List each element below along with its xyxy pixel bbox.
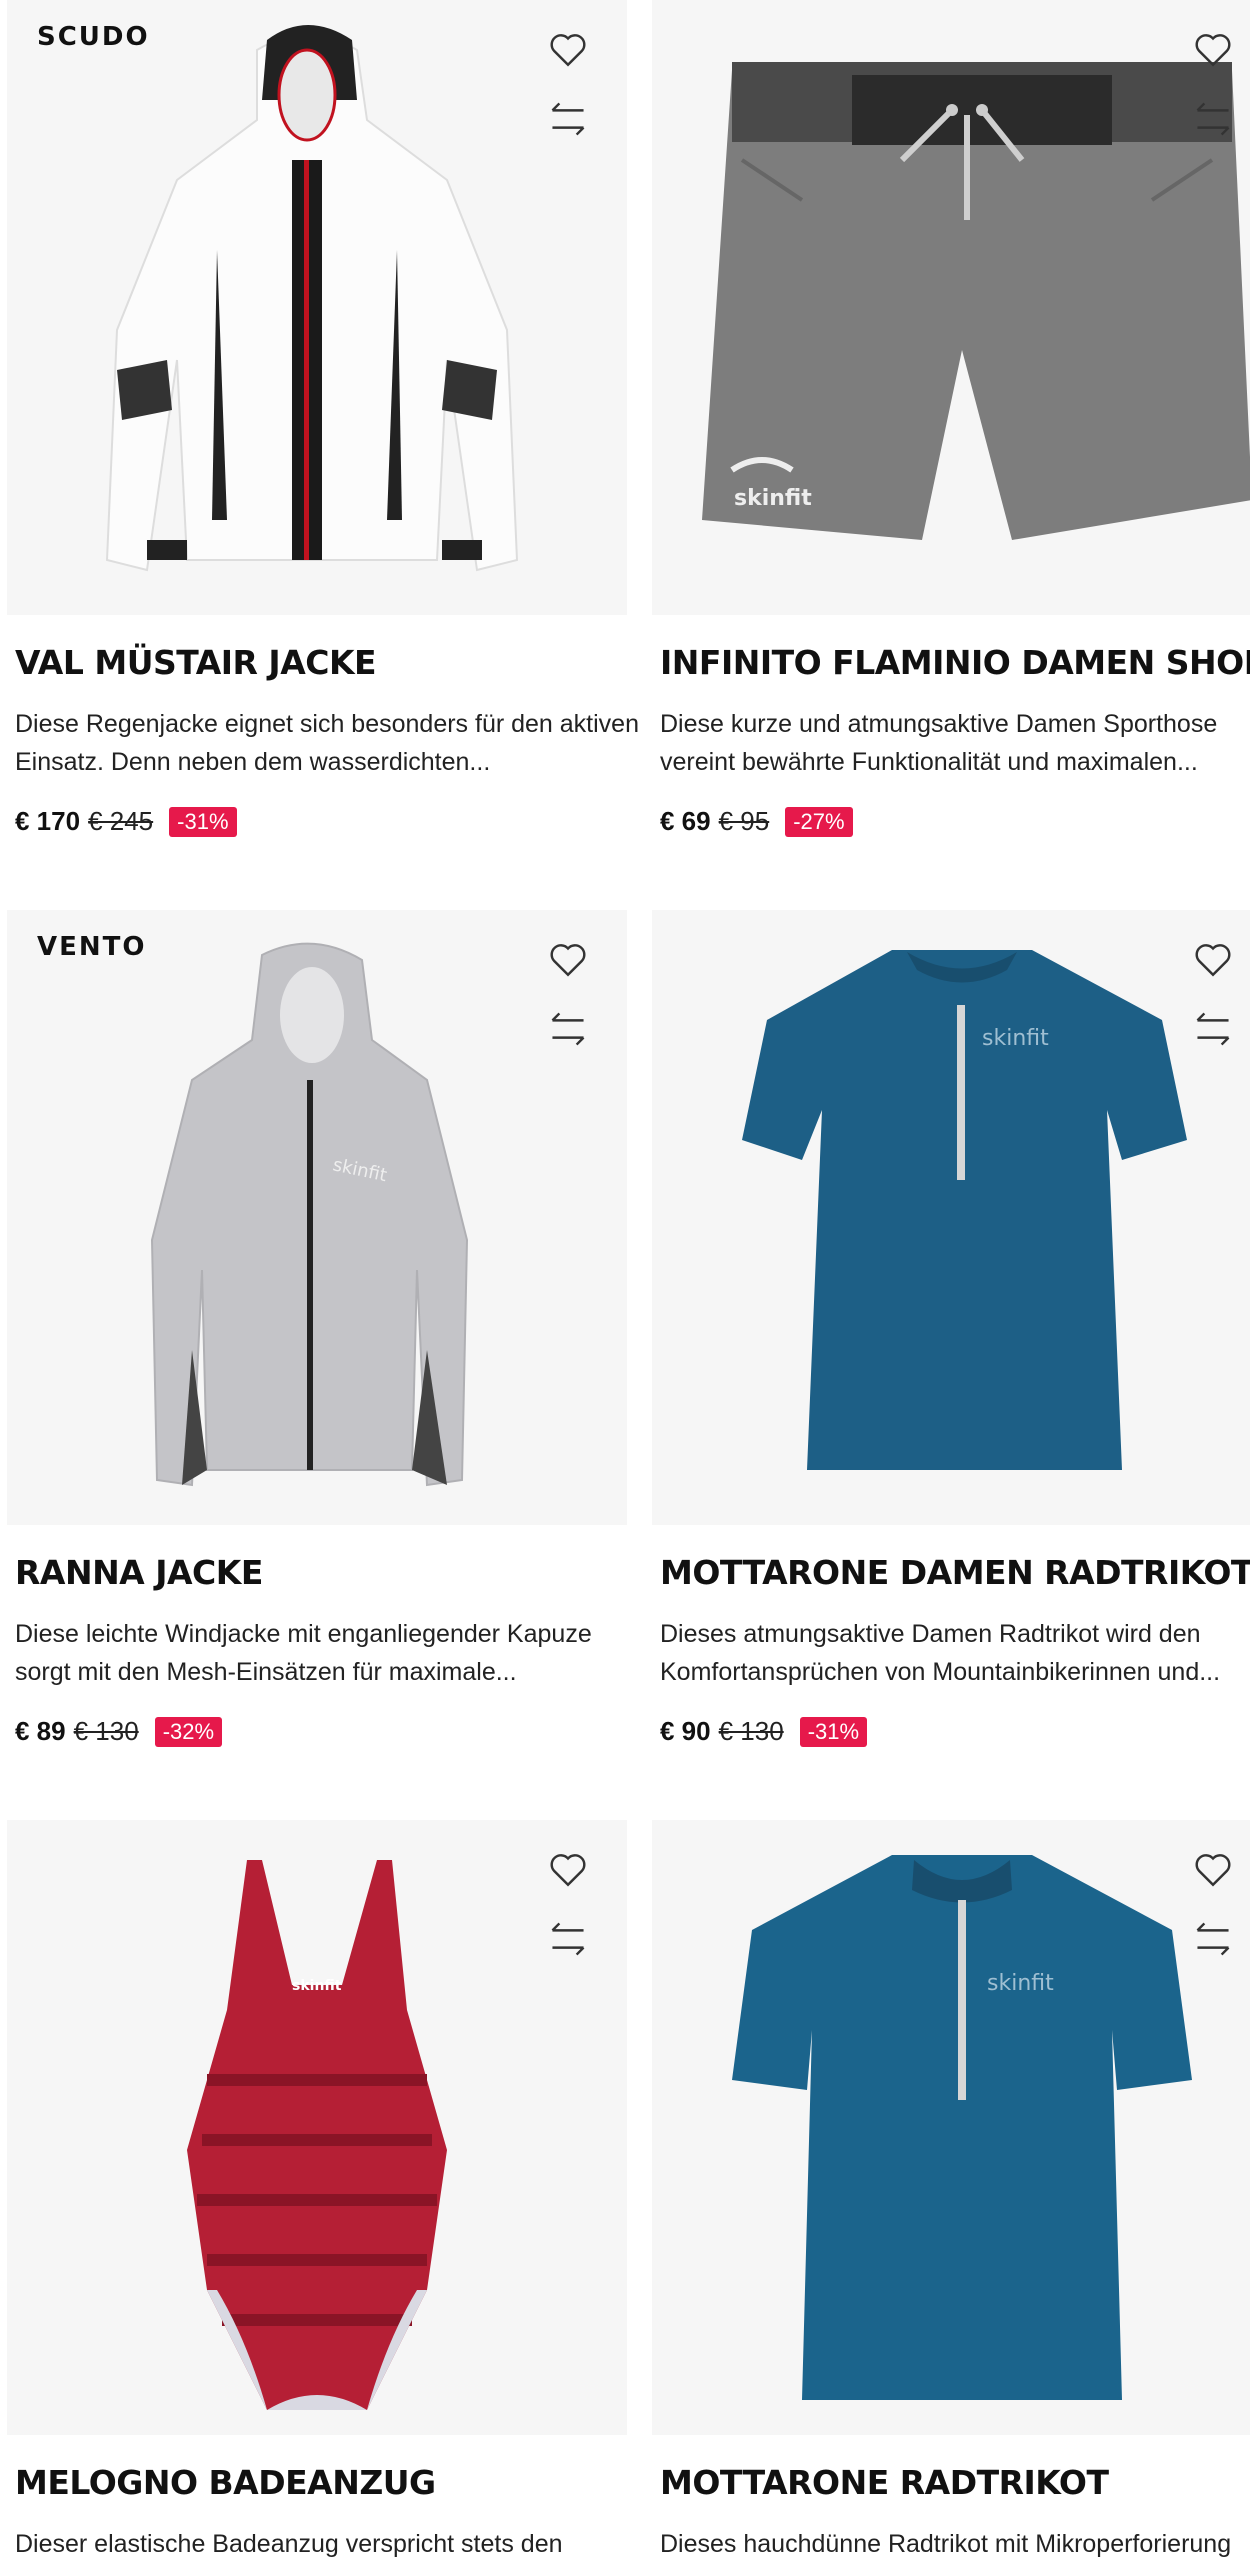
heart-icon[interactable]	[1192, 28, 1234, 70]
price-row: € 90 € 130 -31%	[660, 1716, 868, 1747]
original-price: € 245	[88, 806, 154, 836]
compare-arrows-icon[interactable]	[1192, 1920, 1234, 1958]
product-grid: SCUDO VAL MÜSTAIR JACKE Diese Regenjacke…	[0, 0, 1250, 2570]
product-image[interactable]: skinfit VENTO	[7, 910, 627, 1525]
description-line: Diese kurze und atmungsaktive Damen Spor…	[660, 710, 1218, 738]
jacket-image: skinfit	[150, 942, 469, 1487]
product-title[interactable]: MOTTARONE RADTRIKOT	[660, 2463, 1109, 2502]
swimsuit-image: skinfit	[187, 1860, 447, 2410]
description-line: vereint bewährte Funktionalität und maxi…	[660, 748, 1198, 776]
product-card[interactable]: skinfit MOTTARONE RADTRIKOT Dieses hauch…	[652, 1820, 1250, 2558]
product-description: Diese Regenjacke eignet sich besonders f…	[15, 705, 655, 781]
jacket-image	[105, 25, 519, 572]
sale-price: € 89	[15, 1716, 66, 1746]
discount-badge: -31%	[799, 1716, 868, 1747]
product-description: Diese kurze und atmungsaktive Damen Spor…	[660, 705, 1250, 781]
product-card[interactable]: skinfit VENTO RANNA JACKE Diese leichte …	[7, 910, 627, 1747]
description-line: Diese Regenjacke eignet sich besonders f…	[15, 710, 639, 738]
price-row: € 170 € 245 -31%	[15, 806, 237, 837]
jersey-image: skinfit	[732, 1855, 1192, 2400]
original-price: € 130	[73, 1716, 139, 1746]
product-title[interactable]: MELOGNO BADEANZUG	[15, 2463, 436, 2502]
product-description: Diese leichte Windjacke mit enganliegend…	[15, 1615, 655, 1691]
product-description: Dieser elastische Badeanzug verspricht s…	[15, 2525, 655, 2563]
discount-badge: -32%	[154, 1716, 223, 1747]
sale-price: € 90	[660, 1716, 711, 1746]
product-title[interactable]: RANNA JACKE	[15, 1553, 263, 1592]
description-line: Dieses hauchdünne Radtrikot mit Mikroper…	[660, 2530, 1232, 2558]
description-line: Einsatz. Denn neben dem wasserdichten...	[15, 748, 491, 776]
price-row: € 89 € 130 -32%	[15, 1716, 223, 1747]
heart-icon[interactable]	[1192, 938, 1234, 980]
svg-text:skinfit: skinfit	[292, 1978, 342, 1994]
description-line: sorgt mit den Mesh-Einsätzen für maximal…	[15, 1658, 517, 1686]
product-description: Dieses hauchdünne Radtrikot mit Mikroper…	[660, 2525, 1250, 2563]
brand-logo: VENTO	[37, 932, 147, 962]
product-card[interactable]: skinfit MOTTARONE DAMEN RADTRIKOT Dieses…	[652, 910, 1250, 1747]
jersey-image: skinfit	[742, 950, 1187, 1470]
description-line: Komfortansprüchen von Mountainbikerinnen…	[660, 1658, 1221, 1686]
product-card[interactable]: skinfit INFINITO FLAMINIO DAMEN SHORTS D…	[652, 0, 1250, 837]
description-line: Diese leichte Windjacke mit enganliegend…	[15, 1620, 592, 1648]
description-line: Dieses atmungsaktive Damen Radtrikot wir…	[660, 1620, 1201, 1648]
product-card[interactable]: skinfit MELOGNO BADEANZUG Dieser elastis…	[7, 1820, 627, 2558]
svg-text:skinfit: skinfit	[734, 486, 812, 511]
product-title[interactable]: INFINITO FLAMINIO DAMEN SHORTS	[660, 643, 1250, 682]
heart-icon[interactable]	[547, 28, 589, 70]
sale-price: € 170	[15, 806, 81, 836]
compare-arrows-icon[interactable]	[1192, 100, 1234, 138]
svg-text:skinfit: skinfit	[987, 1971, 1054, 1996]
product-card[interactable]: SCUDO VAL MÜSTAIR JACKE Diese Regenjacke…	[7, 0, 639, 837]
product-image[interactable]: skinfit	[652, 910, 1250, 1525]
price-row: € 69 € 95 -27%	[660, 806, 853, 837]
product-image[interactable]: skinfit	[652, 1820, 1250, 2435]
product-title[interactable]: MOTTARONE DAMEN RADTRIKOT	[660, 1553, 1250, 1592]
heart-icon[interactable]	[1192, 1848, 1234, 1890]
discount-badge: -31%	[169, 806, 237, 837]
product-description: Dieses atmungsaktive Damen Radtrikot wir…	[660, 1615, 1250, 1691]
original-price: € 95	[718, 806, 770, 836]
sale-price: € 69	[660, 806, 711, 836]
svg-text:skinfit: skinfit	[982, 1026, 1049, 1051]
compare-arrows-icon[interactable]	[547, 1920, 589, 1958]
original-price: € 130	[718, 1716, 784, 1746]
heart-icon[interactable]	[547, 1848, 589, 1890]
compare-arrows-icon[interactable]	[547, 100, 589, 138]
shorts-image: skinfit	[702, 62, 1250, 540]
product-image[interactable]: skinfit	[652, 0, 1250, 615]
product-image[interactable]: SCUDO	[7, 0, 627, 615]
brand-logo: SCUDO	[37, 22, 150, 52]
discount-badge: -27%	[785, 806, 853, 837]
compare-arrows-icon[interactable]	[1192, 1010, 1234, 1048]
product-image[interactable]: skinfit	[7, 1820, 627, 2435]
compare-arrows-icon[interactable]	[547, 1010, 589, 1048]
heart-icon[interactable]	[547, 938, 589, 980]
product-title[interactable]: VAL MÜSTAIR JACKE	[15, 643, 377, 682]
description-line: Dieser elastische Badeanzug verspricht s…	[15, 2530, 563, 2558]
